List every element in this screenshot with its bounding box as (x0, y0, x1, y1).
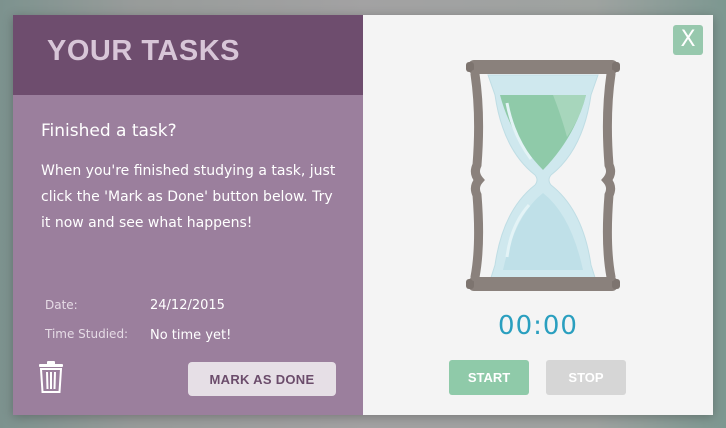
date-label: Date: (45, 298, 78, 312)
timer-display: 00:00 (498, 311, 578, 341)
mark-as-done-button[interactable]: MARK AS DONE (188, 362, 336, 396)
task-title: Finished a task? (41, 121, 177, 141)
task-description: When you're finished studying a task, ju… (41, 163, 336, 231)
trash-icon[interactable] (38, 361, 64, 393)
timer-panel: X 00:00 START STOP (363, 15, 713, 415)
task-timer-modal: YOUR TASKS Finished a task? When you're … (13, 15, 713, 415)
stop-button[interactable]: STOP (546, 360, 626, 395)
tasks-panel: YOUR TASKS Finished a task? When you're … (13, 15, 363, 415)
time-studied-label: Time Studied: (45, 327, 129, 341)
start-button[interactable]: START (449, 360, 529, 395)
hourglass-icon (463, 55, 623, 305)
tasks-header-title: YOUR TASKS (47, 35, 240, 67)
time-studied-value: No time yet! (150, 328, 232, 343)
close-button[interactable]: X (673, 25, 703, 55)
tasks-header: YOUR TASKS (13, 15, 363, 95)
date-value: 24/12/2015 (150, 298, 225, 313)
task-content: Finished a task? When you're finished st… (41, 121, 341, 236)
